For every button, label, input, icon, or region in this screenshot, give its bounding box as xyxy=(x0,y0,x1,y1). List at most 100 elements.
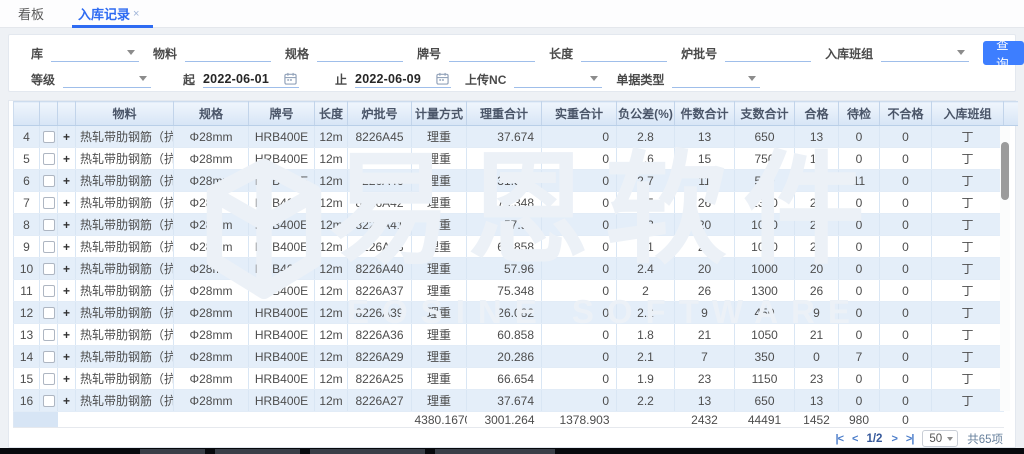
filter-grade: 等级 xyxy=(31,70,151,88)
inbound-records-table: 物料 规格 牌号 长度 炉批号 计量方式 理重合计 实重合计 负公差(%) 件数… xyxy=(13,101,1018,428)
row-checkbox[interactable] xyxy=(43,395,55,407)
pending-cell: 0 xyxy=(839,324,880,346)
table-row[interactable]: 10 + 热轧带肋钢筋（抗震） Φ28mm HRB400E 12m 8226A4… xyxy=(14,258,1018,280)
filter-brand: 牌号 xyxy=(417,44,535,62)
bars-total-cell: 1050 xyxy=(735,236,795,258)
date-from-input[interactable]: 2022-06-01 xyxy=(203,70,299,88)
team-select[interactable] xyxy=(881,44,969,62)
material-input[interactable] xyxy=(185,44,271,62)
pending-cell: 0 xyxy=(839,148,880,170)
table-row[interactable]: 11 + 热轧带肋钢筋（抗震） Φ28mm HRB400E 12m 8226A3… xyxy=(14,280,1018,302)
expand-row-button[interactable]: + xyxy=(58,324,76,346)
table-row[interactable]: 16 + 热轧带肋钢筋（抗震） Φ28mm HRB400E 12m 8226A2… xyxy=(14,390,1018,412)
grade-select[interactable] xyxy=(63,70,151,88)
row-checkbox[interactable] xyxy=(43,131,55,143)
length-cell: 12m xyxy=(315,302,348,324)
tab-inbound-records[interactable]: 入库记录 × xyxy=(78,0,139,28)
page-size-select[interactable]: 50 xyxy=(922,430,958,447)
calendar-icon[interactable] xyxy=(284,72,297,85)
checkbox-cell xyxy=(40,302,58,324)
expand-row-button[interactable]: + xyxy=(58,148,76,170)
brand-cell: HRB400E xyxy=(249,368,315,390)
expand-row-button[interactable]: + xyxy=(58,192,76,214)
row-checkbox[interactable] xyxy=(43,329,55,341)
date-to-input[interactable]: 2022-06-09 xyxy=(355,70,451,88)
date-to-value: 2022-06-09 xyxy=(355,72,421,86)
batch-cell: 8226A45 xyxy=(348,126,412,148)
table-row[interactable]: 14 + 热轧带肋钢筋（抗震） Φ28mm HRB400E 12m 8226A2… xyxy=(14,346,1018,368)
query-button[interactable]: 查 询 xyxy=(983,41,1024,65)
calendar-icon[interactable] xyxy=(436,72,449,85)
spec-cell: Φ28mm xyxy=(174,390,249,412)
expand-row-button[interactable]: + xyxy=(58,236,76,258)
unqualified-cell: 0 xyxy=(880,280,932,302)
brand-input[interactable] xyxy=(449,44,535,62)
row-checkbox[interactable] xyxy=(43,263,55,275)
table-row[interactable]: 9 + 热轧带肋钢筋（抗震） Φ28mm HRB400E 12m 8226A43… xyxy=(14,236,1018,258)
totals-left-cell xyxy=(14,412,58,428)
tolerance-cell: 2.7 xyxy=(617,170,675,192)
theoretical-total-cell: 43.47 xyxy=(467,148,542,170)
warehouse-select[interactable] xyxy=(51,44,139,62)
team-cell: 丁 xyxy=(932,236,1004,258)
theoretical-total-cell: 31.878 xyxy=(467,170,542,192)
team-cell: 丁 xyxy=(932,368,1004,390)
last-page-button[interactable]: >| xyxy=(906,433,914,445)
tolerance-cell: 1.9 xyxy=(617,368,675,390)
table-row[interactable]: 15 + 热轧带肋钢筋（抗震） Φ28mm HRB400E 12m 8226A2… xyxy=(14,368,1018,390)
expand-row-button[interactable]: + xyxy=(58,368,76,390)
next-page-button[interactable]: > xyxy=(891,433,896,445)
vertical-scrollbar-track[interactable] xyxy=(1000,126,1010,411)
method-cell: 理重 xyxy=(412,324,467,346)
row-checkbox[interactable] xyxy=(43,373,55,385)
table-row[interactable]: 7 + 热轧带肋钢筋（抗震） Φ28mm HRB400E 12m 8226A42… xyxy=(14,192,1018,214)
upload-nc-select[interactable] xyxy=(514,70,602,88)
row-checkbox[interactable] xyxy=(43,219,55,231)
expand-row-button[interactable]: + xyxy=(58,390,76,412)
tab-close-icon[interactable]: × xyxy=(133,8,139,20)
row-checkbox[interactable] xyxy=(43,285,55,297)
pending-cell: 0 xyxy=(839,214,880,236)
prev-page-button[interactable]: < xyxy=(852,433,857,445)
filter-row-2: 等级 起 2022-06-01 止 2022-06-09 上传NC 单据类型 xyxy=(31,68,1005,90)
totals-actual: 1378.903 xyxy=(542,412,617,428)
spec-cell: Φ28mm xyxy=(174,126,249,148)
length-input[interactable] xyxy=(581,44,667,62)
table-row[interactable]: 5 + 热轧带肋钢筋（抗震） Φ28mm HRB400E 12m 8226A44… xyxy=(14,148,1018,170)
spec-cell: Φ28mm xyxy=(174,368,249,390)
row-number-cell: 4 xyxy=(14,126,40,148)
tolerance-cell: 2.2 xyxy=(617,302,675,324)
pending-cell: 11 xyxy=(839,170,880,192)
expand-row-button[interactable]: + xyxy=(58,170,76,192)
table-row[interactable]: 13 + 热轧带肋钢筋（抗震） Φ28mm HRB400E 12m 8226A3… xyxy=(14,324,1018,346)
row-checkbox[interactable] xyxy=(43,153,55,165)
table-row[interactable]: 8 + 热轧带肋钢筋（抗震） Φ28mm HRB400E 12m 8226A41… xyxy=(14,214,1018,236)
expand-row-button[interactable]: + xyxy=(58,280,76,302)
vertical-scrollbar-thumb[interactable] xyxy=(1001,142,1009,200)
expand-row-button[interactable]: + xyxy=(58,258,76,280)
spec-cell: Φ28mm xyxy=(174,236,249,258)
actual-total-cell: 0 xyxy=(542,368,617,390)
col-team: 入库班组 xyxy=(932,102,1004,126)
row-checkbox[interactable] xyxy=(43,197,55,209)
unqualified-cell: 0 xyxy=(880,302,932,324)
doc-type-select[interactable] xyxy=(672,70,760,88)
row-checkbox[interactable] xyxy=(43,241,55,253)
expand-row-button[interactable]: + xyxy=(58,346,76,368)
table-row[interactable]: 6 + 热轧带肋钢筋（抗震） Φ28mm HRB400E 12m 8226A46… xyxy=(14,170,1018,192)
spec-input[interactable] xyxy=(317,44,403,62)
length-cell: 12m xyxy=(315,214,348,236)
batch-cell: 8226A39 xyxy=(348,302,412,324)
method-cell: 理重 xyxy=(412,280,467,302)
row-checkbox[interactable] xyxy=(43,307,55,319)
expand-row-button[interactable]: + xyxy=(58,214,76,236)
expand-row-button[interactable]: + xyxy=(58,126,76,148)
first-page-button[interactable]: |< xyxy=(836,433,844,445)
tab-dashboard[interactable]: 看板 xyxy=(18,0,44,28)
table-row[interactable]: 4 + 热轧带肋钢筋（抗震） Φ28mm HRB400E 12m 8226A45… xyxy=(14,126,1018,148)
table-row[interactable]: 12 + 热轧带肋钢筋（抗震） Φ28mm HRB400E 12m 8226A3… xyxy=(14,302,1018,324)
row-checkbox[interactable] xyxy=(43,175,55,187)
batch-input[interactable] xyxy=(725,44,811,62)
expand-row-button[interactable]: + xyxy=(58,302,76,324)
row-checkbox[interactable] xyxy=(43,351,55,363)
